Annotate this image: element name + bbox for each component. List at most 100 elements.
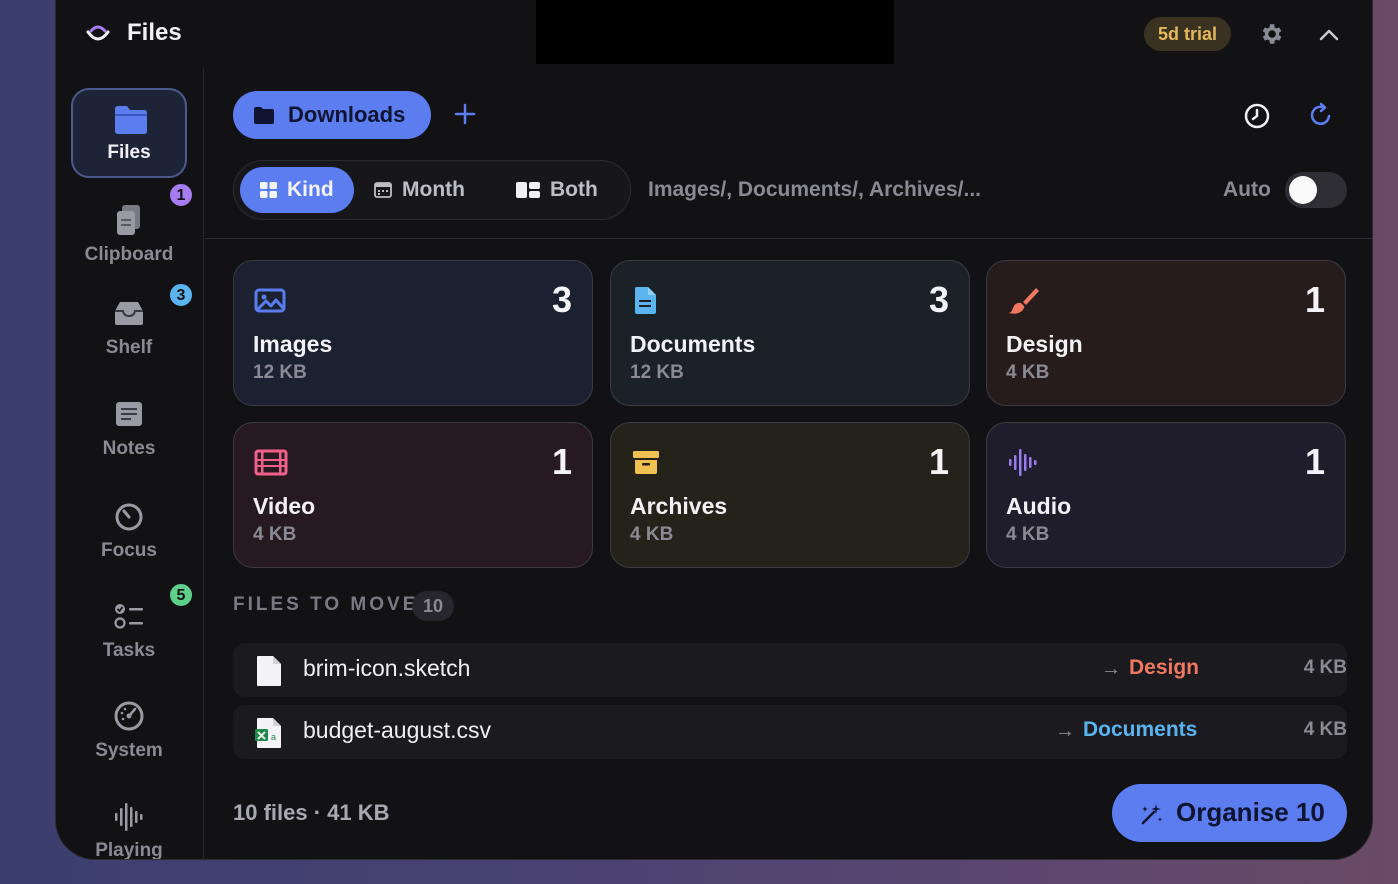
group-by-both-button[interactable]: Both xyxy=(500,167,624,213)
trial-badge[interactable]: 5d trial xyxy=(1144,17,1232,51)
group-by-segmented-control: Kind Month Both xyxy=(233,160,631,220)
waveform-icon xyxy=(1009,449,1037,476)
app-title: Files xyxy=(127,19,182,46)
sidebar-item-files[interactable]: Files xyxy=(71,88,187,178)
kind-label: Kind xyxy=(287,178,334,201)
add-folder-button[interactable] xyxy=(453,102,477,126)
destination-path-preview: Images/, Documents/, Archives/... xyxy=(648,178,982,201)
file-row[interactable]: brim-icon.sketch → Design 4 KB xyxy=(233,643,1347,697)
tasks-icon xyxy=(114,604,143,629)
document-icon xyxy=(635,287,656,314)
grid-icon xyxy=(260,182,277,198)
organise-button[interactable]: Organise 10 xyxy=(1112,784,1347,842)
timer-icon xyxy=(115,503,143,531)
category-count: 3 xyxy=(551,279,572,320)
file-size: 4 KB xyxy=(1303,657,1347,678)
group-by-month-button[interactable]: Month xyxy=(360,167,490,213)
arrow-right-icon: → xyxy=(1101,658,1121,680)
category-count: 3 xyxy=(928,279,949,320)
both-label: Both xyxy=(550,178,598,201)
category-card-audio[interactable]: 1 Audio 4 KB xyxy=(986,422,1346,568)
clipboard-badge: 1 xyxy=(168,182,194,208)
sidebar-item-label: Clipboard xyxy=(84,244,174,265)
refresh-icon[interactable] xyxy=(1307,101,1335,129)
chevron-up-icon[interactable] xyxy=(1318,24,1340,46)
category-count: 1 xyxy=(928,441,949,482)
svg-text:a: a xyxy=(271,732,276,742)
sidebar-item-playing[interactable]: Playing xyxy=(71,784,187,860)
category-name: Video xyxy=(253,493,316,519)
sidebar-item-label: Shelf xyxy=(105,337,153,358)
magic-wand-icon xyxy=(1141,804,1163,825)
spreadsheet-icon: a xyxy=(255,718,281,748)
sidebar-item-label: Focus xyxy=(101,540,157,561)
film-icon xyxy=(254,449,288,476)
file-name: budget-august.csv xyxy=(303,717,491,743)
app-logo-icon xyxy=(86,25,110,41)
files-to-move-heading: FILES TO MOVE xyxy=(233,594,419,615)
app-window: Files 5d trial Files Clipboard 1 Shelf 3… xyxy=(55,0,1373,860)
month-label: Month xyxy=(402,178,465,201)
category-card-documents[interactable]: 3 Documents 12 KB xyxy=(610,260,970,406)
category-card-archives[interactable]: 1 Archives 4 KB xyxy=(610,422,970,568)
category-card-images[interactable]: 3 Images 12 KB xyxy=(233,260,593,406)
sidebar: Files Clipboard 1 Shelf 3 Notes Focus Ta… xyxy=(56,68,204,860)
category-name: Design xyxy=(1006,331,1083,357)
folder-icon xyxy=(115,106,147,134)
folder-name: Downloads xyxy=(288,102,406,127)
gear-icon[interactable] xyxy=(1258,21,1284,47)
divider xyxy=(205,238,1372,239)
sidebar-item-label: Playing xyxy=(95,840,163,860)
shelf-badge: 3 xyxy=(168,282,194,308)
category-count: 1 xyxy=(551,441,572,482)
category-card-design[interactable]: 1 Design 4 KB xyxy=(986,260,1346,406)
history-icon[interactable] xyxy=(1243,102,1271,130)
arrow-right-icon: → xyxy=(1055,720,1075,742)
sidebar-item-label: Files xyxy=(107,142,151,163)
image-icon xyxy=(254,288,286,313)
group-by-kind-button[interactable]: Kind xyxy=(240,167,354,213)
category-name: Audio xyxy=(1006,493,1072,519)
sidebar-item-label: Tasks xyxy=(102,640,156,661)
tray-icon xyxy=(115,302,143,325)
file-size: 4 KB xyxy=(1303,719,1347,740)
redacted-area xyxy=(536,0,894,64)
file-icon xyxy=(257,656,281,686)
category-name: Archives xyxy=(630,493,728,519)
toggle-knob xyxy=(1289,176,1317,204)
waveform-icon xyxy=(115,803,143,831)
auto-toggle[interactable] xyxy=(1285,172,1347,208)
folder-icon xyxy=(254,107,274,124)
calendar-icon xyxy=(374,182,392,198)
organise-label: Organise 10 xyxy=(1176,797,1325,827)
plus-icon xyxy=(454,103,476,125)
gauge-icon xyxy=(114,701,144,731)
files-to-move-count: 10 xyxy=(412,591,455,621)
file-row[interactable]: a budget-august.csv → Documents 4 KB xyxy=(233,705,1347,759)
auto-label: Auto xyxy=(1223,178,1271,201)
archive-icon xyxy=(633,451,659,474)
category-size: 4 KB xyxy=(1006,362,1050,383)
category-size: 4 KB xyxy=(253,524,297,545)
category-card-video[interactable]: 1 Video 4 KB xyxy=(233,422,593,568)
category-name: Images xyxy=(253,331,333,357)
clipboard-icon xyxy=(117,205,140,235)
file-destination: Documents xyxy=(1083,718,1198,741)
main-panel: Downloads Kind Month Both Images/, Docum… xyxy=(205,68,1372,859)
layout-icon xyxy=(516,182,540,198)
category-size: 4 KB xyxy=(1006,524,1050,545)
category-size: 12 KB xyxy=(253,362,307,383)
sidebar-item-label: Notes xyxy=(102,438,156,459)
brush-icon xyxy=(1009,288,1039,314)
category-name: Documents xyxy=(630,331,756,357)
category-count: 1 xyxy=(1304,279,1325,320)
title-bar: Files 5d trial xyxy=(56,0,1372,68)
sidebar-item-notes[interactable]: Notes xyxy=(71,382,187,472)
sidebar-item-system[interactable]: System xyxy=(71,684,187,774)
file-destination: Design xyxy=(1129,656,1200,679)
category-size: 12 KB xyxy=(630,362,684,383)
sidebar-item-focus[interactable]: Focus xyxy=(71,484,187,574)
folder-selector-button[interactable]: Downloads xyxy=(233,91,431,139)
notes-icon xyxy=(116,402,142,426)
tasks-badge: 5 xyxy=(168,582,194,608)
